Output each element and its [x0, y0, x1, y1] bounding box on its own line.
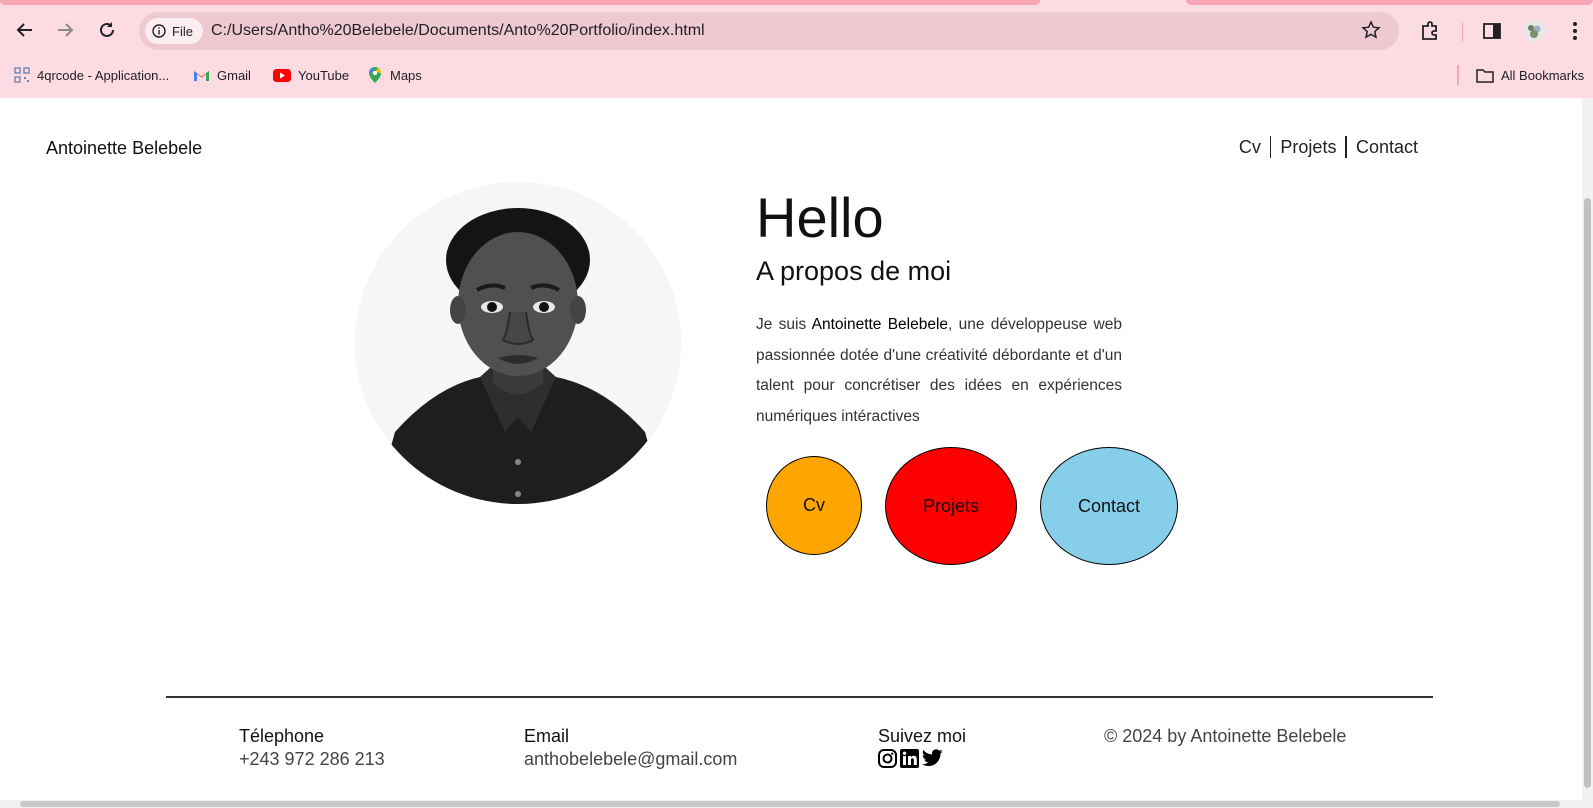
- more-icon: [1573, 22, 1577, 40]
- browser-chrome: File C:/Users/Antho%20Belebele/Documents…: [0, 0, 1593, 98]
- maps-icon: [369, 67, 381, 83]
- footer-divider: [166, 696, 1433, 698]
- bio-name: Antoinette Belebele: [811, 316, 949, 333]
- side-panel-button[interactable]: [1477, 16, 1507, 46]
- vertical-scrollbar[interactable]: [1582, 98, 1593, 808]
- nav-link-contact[interactable]: Contact: [1347, 137, 1427, 158]
- contact-button-label: Contact: [1077, 495, 1141, 516]
- bookmark-label: 4qrcode - Application...: [37, 67, 170, 83]
- linkedin-icon[interactable]: [900, 749, 919, 768]
- cv-button[interactable]: Cv: [766, 456, 862, 555]
- qr-icon: [14, 67, 30, 83]
- back-icon: [16, 23, 32, 37]
- site-chip-label: File: [172, 23, 193, 39]
- address-bar[interactable]: File C:/Users/Antho%20Belebele/Documents…: [139, 12, 1399, 50]
- forward-button[interactable]: [49, 14, 81, 46]
- url-text[interactable]: C:/Users/Antho%20Belebele/Documents/Anto…: [211, 22, 705, 40]
- youtube-icon: [273, 68, 291, 82]
- profile-photo: [355, 182, 681, 504]
- bookmark-label: Gmail: [217, 67, 251, 83]
- site-info-chip[interactable]: File: [145, 18, 203, 44]
- browser-toolbar: File C:/Users/Antho%20Belebele/Documents…: [0, 10, 1593, 52]
- footer-email: Email anthobelebele@gmail.com: [524, 726, 737, 770]
- portfolio-page: Antoinette Belebele Cv Projets Contact H…: [0, 98, 1582, 804]
- hero-subtitle: A propos de moi: [756, 256, 952, 286]
- all-bookmarks-button[interactable]: All Bookmarks: [1476, 64, 1584, 86]
- reload-button[interactable]: [91, 14, 123, 46]
- bio-paragraph: Je suis Antoinette Belebele, une dévelop…: [756, 310, 1122, 432]
- folder-icon: [1476, 68, 1494, 83]
- active-tab-edge: [0, 0, 1040, 5]
- bookmark-label: Maps: [390, 67, 422, 83]
- profile-icon: [1523, 20, 1545, 42]
- toolbar-divider: [1462, 22, 1463, 42]
- nav-link-projets[interactable]: Projets: [1271, 137, 1345, 158]
- bookmark-star-button[interactable]: [1361, 20, 1381, 45]
- bookmarks-separator: [1457, 65, 1459, 85]
- phone-number[interactable]: +243 972 286 213: [239, 749, 385, 770]
- back-button[interactable]: [9, 14, 41, 46]
- bookmark-youtube[interactable]: YouTube: [273, 64, 349, 86]
- top-nav: Cv Projets Contact: [1230, 136, 1427, 158]
- email-label: Email: [524, 726, 570, 746]
- vertical-scroll-thumb[interactable]: [1584, 198, 1591, 788]
- hero-title: Hello: [756, 186, 884, 249]
- extensions-button[interactable]: [1415, 16, 1445, 46]
- site-brand[interactable]: Antoinette Belebele: [46, 138, 202, 159]
- gmail-icon: [194, 70, 209, 81]
- horizontal-scrollbar[interactable]: [0, 800, 1582, 808]
- bookmark-label: YouTube: [298, 67, 350, 83]
- social-links: [878, 749, 966, 768]
- copyright-text: © 2024 by Antoinette Belebele: [1104, 726, 1347, 746]
- email-address[interactable]: anthobelebele@gmail.com: [524, 749, 737, 770]
- nav-link-cv[interactable]: Cv: [1230, 137, 1270, 158]
- tab-edge: [1186, 0, 1593, 5]
- more-menu-button[interactable]: [1560, 16, 1590, 46]
- projets-button-label: Projets: [922, 495, 980, 516]
- contact-button[interactable]: Contact: [1040, 447, 1178, 565]
- forward-icon: [58, 23, 74, 37]
- bookmark-maps[interactable]: Maps: [367, 64, 422, 86]
- info-icon: [152, 24, 166, 38]
- profile-avatar[interactable]: [1519, 16, 1549, 46]
- reload-icon: [100, 22, 114, 37]
- horizontal-scroll-thumb[interactable]: [20, 801, 1560, 807]
- side-panel-icon: [1483, 23, 1501, 39]
- extensions-icon: [1422, 21, 1437, 40]
- footer-phone: Télephone +243 972 286 213: [239, 726, 385, 770]
- bookmark-4qrcode[interactable]: 4qrcode - Application...: [14, 64, 169, 86]
- instagram-icon[interactable]: [878, 749, 897, 768]
- footer-social: Suivez moi: [878, 726, 966, 768]
- phone-label: Télephone: [239, 726, 325, 746]
- social-label: Suivez moi: [878, 726, 967, 746]
- star-icon: [1361, 20, 1381, 39]
- projets-button[interactable]: Projets: [885, 447, 1017, 565]
- cv-button-label: Cv: [803, 495, 825, 515]
- all-bookmarks-label: All Bookmarks: [1501, 67, 1585, 83]
- bookmarks-bar: 4qrcode - Application... Gmail YouTube M…: [0, 60, 1593, 90]
- twitter-icon[interactable]: [922, 749, 943, 767]
- bio-prefix: Je suis: [756, 316, 812, 333]
- bookmark-gmail[interactable]: Gmail: [193, 64, 251, 86]
